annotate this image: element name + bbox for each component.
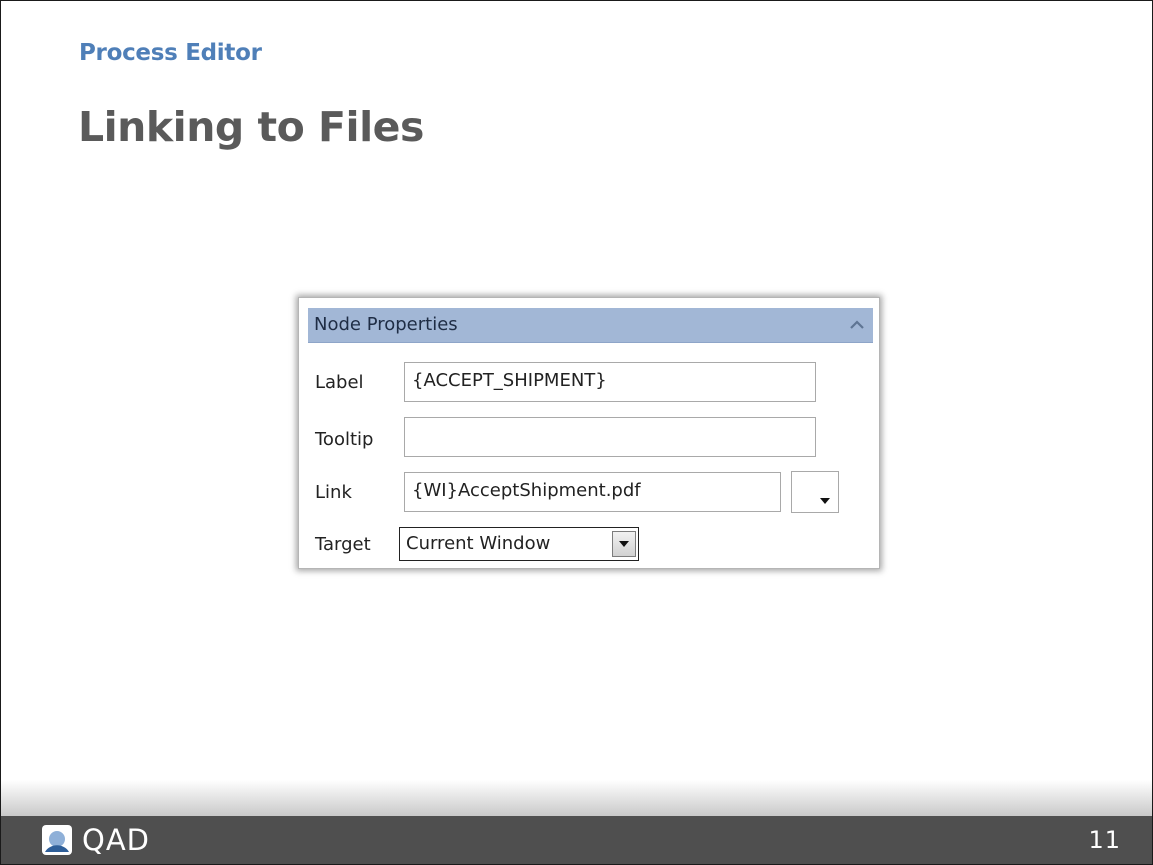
link-field-label: Link	[315, 482, 352, 503]
target-select-value: Current Window	[406, 533, 551, 554]
link-field[interactable]: {WI}AcceptShipment.pdf	[404, 472, 781, 512]
page-number: 11	[1088, 826, 1121, 854]
node-properties-panel: Node Properties Label {ACCEPT_SHIPMENT} …	[298, 297, 880, 569]
tooltip-field[interactable]	[404, 417, 816, 457]
label-field[interactable]: {ACCEPT_SHIPMENT}	[404, 362, 816, 402]
section-kicker: Process Editor	[79, 40, 262, 66]
panel-title: Node Properties	[314, 314, 458, 335]
target-select[interactable]: Current Window	[399, 527, 639, 561]
slide-title: Linking to Files	[78, 103, 424, 151]
slide: Process Editor Linking to Files Node Pro…	[0, 0, 1153, 865]
caret-down-icon	[619, 541, 629, 547]
qad-logo-text: QAD	[82, 823, 150, 857]
caret-down-icon	[820, 498, 830, 504]
qad-logo-icon	[42, 825, 72, 855]
target-select-arrow[interactable]	[612, 531, 636, 557]
label-field-label: Label	[315, 372, 364, 393]
target-field-label: Target	[315, 534, 371, 555]
panel-header[interactable]: Node Properties	[308, 308, 873, 343]
tooltip-field-label: Tooltip	[315, 429, 374, 450]
chevron-up-icon[interactable]	[849, 318, 865, 332]
link-dropdown-button[interactable]	[791, 471, 839, 513]
footer-gradient	[0, 780, 1153, 816]
footer-bar: QAD 11	[0, 816, 1153, 865]
